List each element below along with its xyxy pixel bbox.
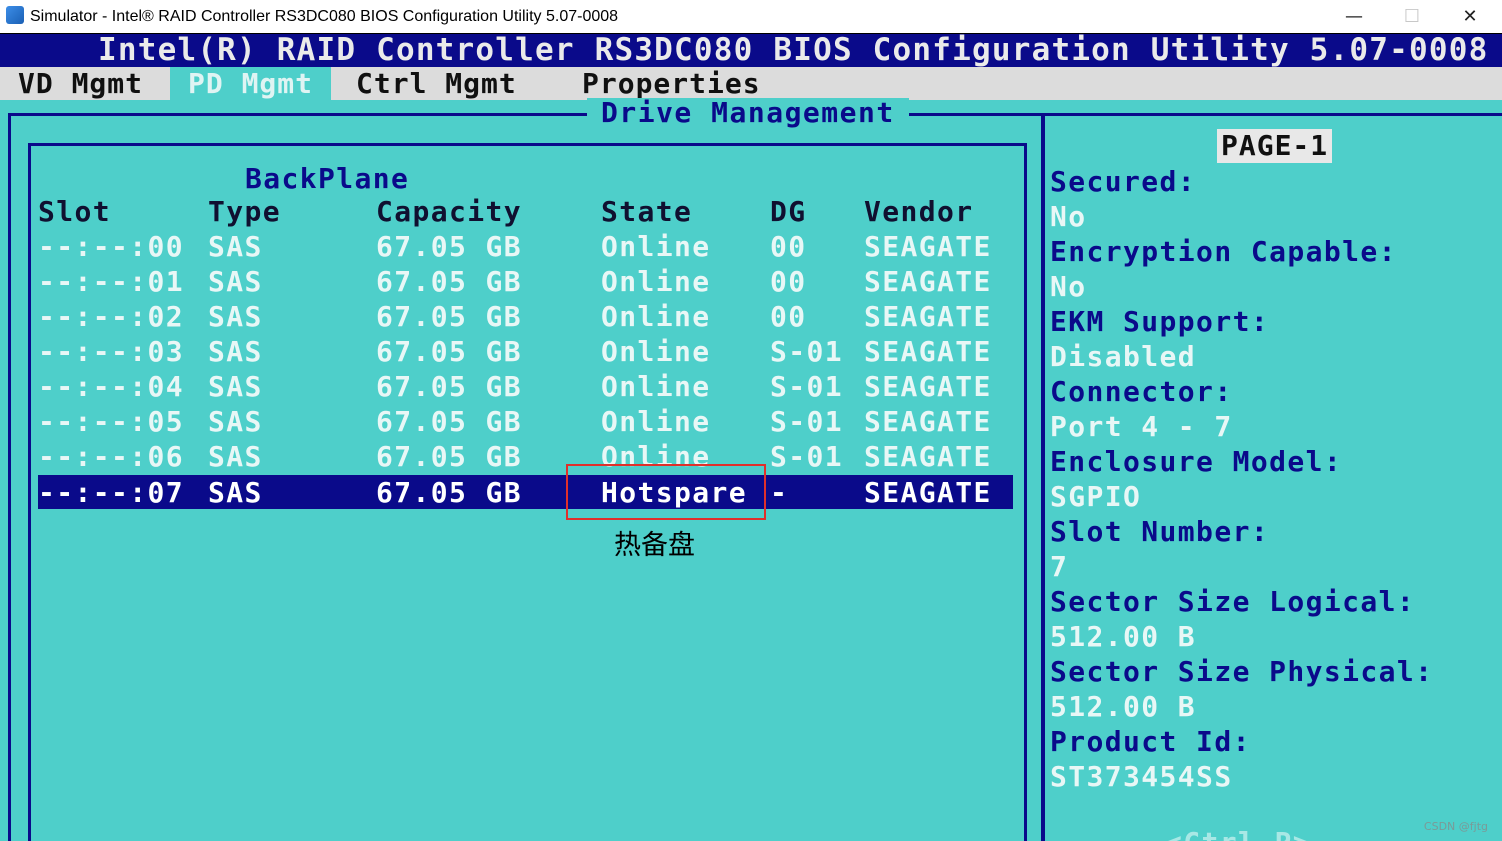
row-dg: - — [770, 476, 789, 509]
row-capacity: 67.05 GB — [376, 476, 523, 509]
property-value: No — [1050, 200, 1087, 233]
menu-pd-mgmt[interactable]: PD Mgmt — [170, 67, 332, 100]
drive-management-caption: Drive Management — [587, 98, 909, 128]
drive-row-vendor: SEAGATE — [864, 335, 992, 368]
drive-row-slot[interactable]: --:--:03 — [38, 334, 184, 369]
drive-row-vendor: SEAGATE — [864, 265, 992, 298]
drive-row-type: SAS — [208, 300, 263, 333]
hotspare-annotation: 热备盘 — [614, 530, 695, 561]
row-vendor: SEAGATE — [864, 476, 992, 509]
property-label: Secured: — [1050, 165, 1197, 198]
drive-row-capacity: 67.05 GB — [376, 265, 523, 298]
property-label: Sector Size Physical: — [1050, 655, 1434, 688]
drive-row-slot[interactable]: --:--:02 — [38, 299, 184, 334]
property-label: Sector Size Logical: — [1050, 585, 1416, 618]
menu-ctrl-mgmt[interactable]: Ctrl Mgmt — [338, 67, 535, 100]
window-titlebar: Simulator - Intel® RAID Controller RS3DC… — [0, 0, 1502, 33]
drive-row-slot[interactable]: --:--:04 — [38, 369, 184, 404]
drive-row-state: Online — [601, 370, 711, 403]
drive-row-type: SAS — [208, 335, 263, 368]
drive-row-dg: 00 — [770, 265, 807, 298]
drive-row-slot[interactable]: --:--:06 — [38, 439, 184, 474]
drive-row-capacity: 67.05 GB — [376, 440, 523, 473]
col-header-state: State — [601, 195, 693, 228]
menu-vd-mgmt[interactable]: VD Mgmt — [0, 67, 161, 100]
drive-row-dg: 00 — [770, 300, 807, 333]
property-label: Encryption Capable: — [1050, 235, 1397, 268]
drive-row-state: Online — [601, 265, 711, 298]
drive-row-dg: S-01 — [770, 440, 844, 473]
col-header-type: Type — [208, 195, 282, 228]
property-value: 512.00 B — [1050, 620, 1197, 653]
property-value: Port 4 - 7 — [1050, 410, 1233, 443]
col-header-dg: DG — [770, 195, 807, 228]
selected-drive-row[interactable]: --:--:07 SAS 67.05 GB Hotspare - SEAGATE — [38, 475, 1013, 509]
hotspare-highlight-box — [566, 464, 766, 520]
bios-screen: Intel(R) RAID Controller RS3DC080 BIOS C… — [0, 33, 1502, 841]
window-title: Simulator - Intel® RAID Controller RS3DC… — [30, 8, 619, 25]
property-label: Connector: — [1050, 375, 1233, 408]
watermark: CSDN @fjtg — [1423, 820, 1488, 833]
drive-row-vendor: SEAGATE — [864, 300, 992, 333]
drive-row-capacity: 67.05 GB — [376, 300, 523, 333]
drive-row-type: SAS — [208, 265, 263, 298]
drive-row-vendor: SEAGATE — [864, 230, 992, 263]
bios-title-bar: Intel(R) RAID Controller RS3DC080 BIOS C… — [0, 33, 1502, 68]
drive-row-vendor: SEAGATE — [864, 440, 992, 473]
col-header-slot: Slot — [38, 195, 112, 228]
drive-row-capacity: 67.05 GB — [376, 230, 523, 263]
drive-row-type: SAS — [208, 370, 263, 403]
drive-row-type: SAS — [208, 405, 263, 438]
property-value: Disabled — [1050, 340, 1197, 373]
bios-title: Intel(R) RAID Controller RS3DC080 BIOS C… — [98, 33, 1489, 68]
drive-row-vendor: SEAGATE — [864, 370, 992, 403]
drive-row-dg: 00 — [770, 230, 807, 263]
drive-row-state: Online — [601, 300, 711, 333]
close-button[interactable]: ✕ — [1441, 0, 1499, 33]
drive-row-type: SAS — [208, 440, 263, 473]
page-indicator: PAGE-1 — [1217, 129, 1333, 163]
maximize-button[interactable]: ☐ — [1383, 0, 1441, 33]
drive-row-dg: S-01 — [770, 405, 844, 438]
property-label: Product Id: — [1050, 725, 1251, 758]
drive-row-vendor: SEAGATE — [864, 405, 992, 438]
col-header-capacity: Capacity — [376, 195, 523, 228]
drive-row-capacity: 67.05 GB — [376, 370, 523, 403]
property-label: Enclosure Model: — [1050, 445, 1343, 478]
property-value: 7 — [1050, 550, 1069, 583]
drive-row-dg: S-01 — [770, 370, 844, 403]
property-value: No — [1050, 270, 1087, 303]
property-label: Slot Number: — [1050, 515, 1270, 548]
property-label: EKM Support: — [1050, 305, 1270, 338]
row-slot: --:--:07 — [38, 476, 185, 509]
page-hint: <Ctrl-P> — [1165, 825, 1311, 841]
row-type: SAS — [208, 476, 263, 509]
drive-row-state: Online — [601, 335, 711, 368]
drive-row-type: SAS — [208, 230, 263, 263]
drive-row-state: Online — [601, 405, 711, 438]
property-value: 512.00 B — [1050, 690, 1197, 723]
drive-row-slot[interactable]: --:--:05 — [38, 404, 184, 439]
minimize-button[interactable]: — — [1325, 0, 1383, 33]
drive-row-capacity: 67.05 GB — [376, 335, 523, 368]
drive-row-slot[interactable]: --:--:01 — [38, 264, 184, 299]
backplane-label: BackPlane — [245, 162, 410, 195]
drive-row-dg: S-01 — [770, 335, 844, 368]
property-value: SGPIO — [1050, 480, 1142, 513]
drive-row-slot[interactable]: --:--:00 — [38, 229, 184, 264]
col-header-vendor: Vendor — [864, 195, 974, 228]
drive-row-capacity: 67.05 GB — [376, 405, 523, 438]
property-value: ST373454SS — [1050, 760, 1233, 793]
app-icon — [6, 6, 24, 24]
drive-row-state: Online — [601, 230, 711, 263]
